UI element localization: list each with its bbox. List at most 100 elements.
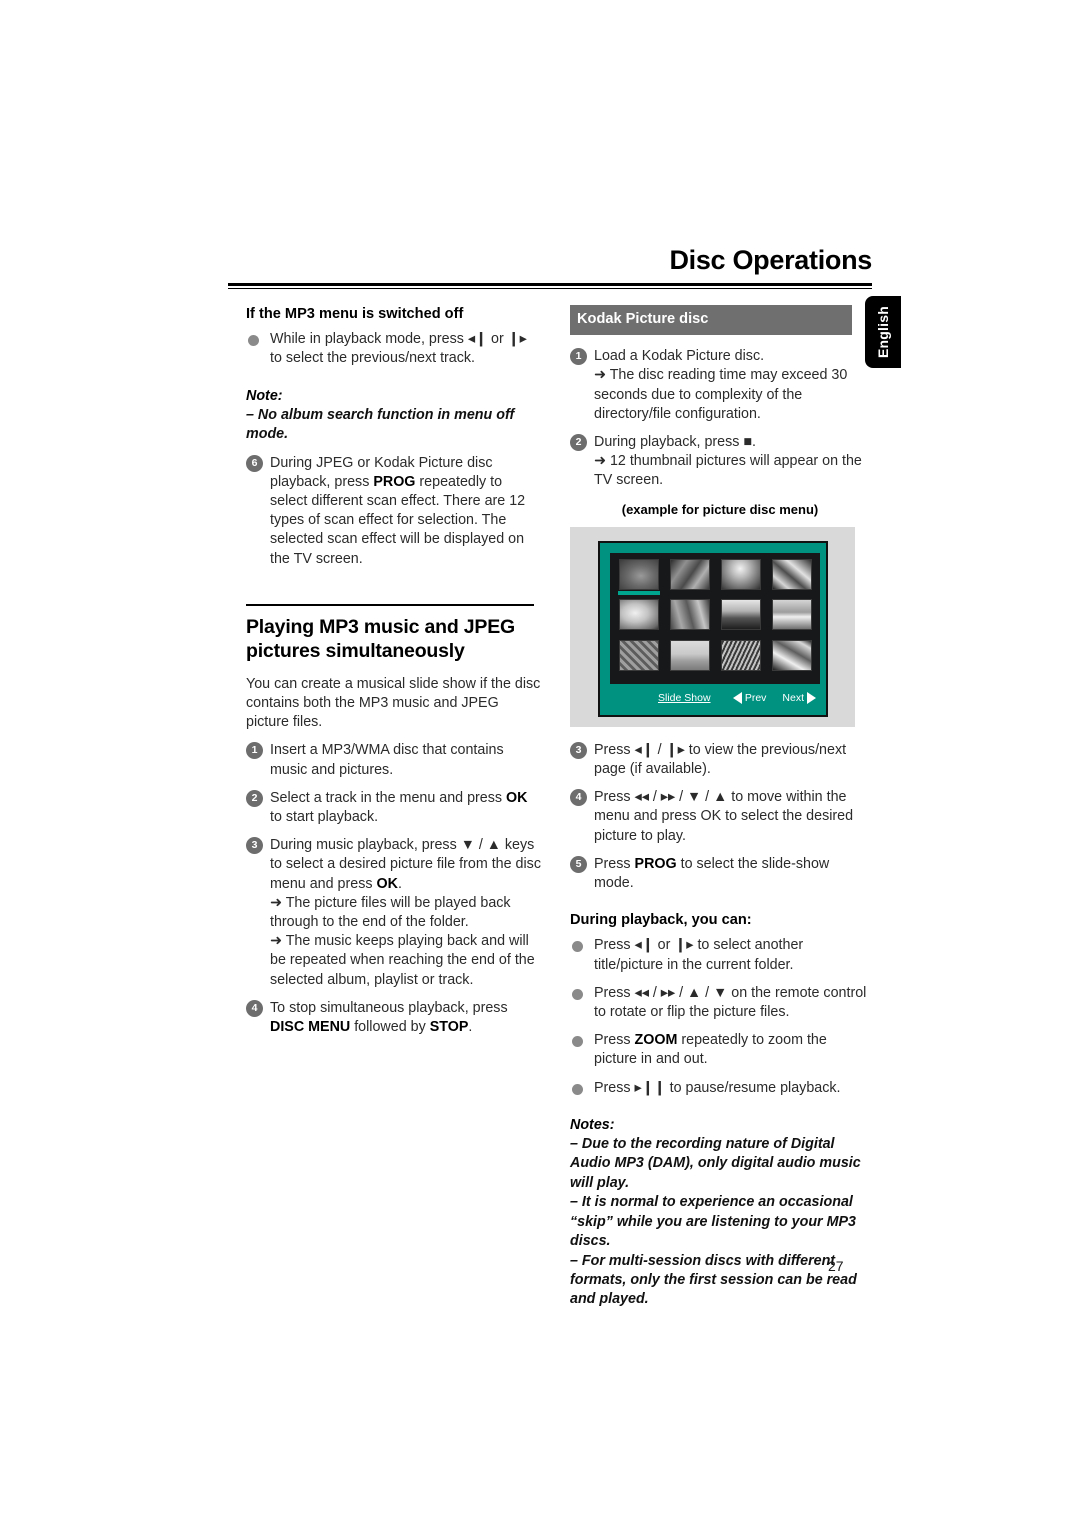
thumbnail-image xyxy=(669,558,710,590)
step-keyword: OK xyxy=(376,875,398,892)
step-text: Load a Kodak Picture disc. ➜ The disc re… xyxy=(594,348,847,422)
step-result-text: ➜ The music keeps playing back and will … xyxy=(270,933,535,988)
bullet-text: Press ◂◂ / ▸▸ / ▲ / ▼ on the remote cont… xyxy=(594,984,867,1021)
header-divider xyxy=(228,282,872,289)
picture-disc-menu-figure: Slide Show Prev Next xyxy=(570,526,855,727)
left-column: If the MP3 menu is switched off While in… xyxy=(246,305,541,1046)
list-item: 4 Press ◂◂ / ▸▸ / ▼ / ▲ to move within t… xyxy=(570,788,870,846)
prev-label[interactable]: Prev xyxy=(745,689,767,708)
list-item: Press ZOOM repeatedly to zoom the pictur… xyxy=(570,1031,870,1069)
thumbnail-cell[interactable] xyxy=(666,599,713,637)
thumbnail-image xyxy=(771,599,812,631)
bullet-keyword: ZOOM xyxy=(634,1032,678,1049)
step-text-part: press xyxy=(334,473,374,490)
step-number-icon: 5 xyxy=(570,855,587,873)
thumbnail-image xyxy=(720,558,761,590)
language-tab: English xyxy=(865,296,901,368)
list-item: Press ▸❙❙ to pause/resume playback. xyxy=(570,1079,870,1098)
thumbnail-cell[interactable] xyxy=(768,599,815,637)
step-number-icon: 6 xyxy=(246,454,263,472)
section-title: Playing MP3 music and JPEG pictures simu… xyxy=(246,615,515,662)
thumbnail-cell[interactable] xyxy=(615,640,662,678)
bullet-icon xyxy=(572,941,583,953)
page-header: Disc Operations xyxy=(228,245,872,289)
step-keyword: PROG xyxy=(634,855,677,872)
intro-text: You can create a musical slide show if t… xyxy=(246,675,541,731)
right-column: Kodak Picture disc 1 Load a Kodak Pictur… xyxy=(570,305,870,1310)
thumbnail-cell[interactable] xyxy=(768,640,815,678)
step-keyword: PROG xyxy=(373,473,416,490)
step-text: During music playback, press ▼ / ▲ keys … xyxy=(270,837,541,987)
thumbnail-cell[interactable] xyxy=(666,640,713,678)
list-item: 1 Load a Kodak Picture disc. ➜ The disc … xyxy=(570,347,870,424)
bullet-icon xyxy=(572,1083,583,1095)
step-text: To stop simultaneous playback, press DIS… xyxy=(270,1000,508,1035)
step-keyword: STOP xyxy=(429,1019,469,1036)
list-item: Press ◂❙ or ❙▸ to select another title/p… xyxy=(570,936,870,974)
step-text: Press ◂❙ / ❙▸ to view the previous/next … xyxy=(594,741,847,778)
thumbnail-cell[interactable] xyxy=(717,640,764,678)
thumbnail-grid xyxy=(610,552,820,684)
language-tab-label: English xyxy=(875,306,891,358)
heading-during-playback: During playback, you can: xyxy=(570,912,752,929)
step-number-icon: 1 xyxy=(570,348,587,366)
page-title: Disc Operations xyxy=(669,245,872,275)
list-item: 3 Press ◂❙ / ❙▸ to view the previous/nex… xyxy=(570,741,870,779)
step-text-part: During music playback, press ▼ / ▲ keys … xyxy=(270,837,541,892)
step-text-part: During playback, press ■. xyxy=(594,434,756,451)
slide-show-button[interactable]: Slide Show xyxy=(658,689,711,708)
step-text-part: . xyxy=(468,1019,473,1036)
step-text: Press PROG to select the slide-show mode… xyxy=(594,856,829,891)
section-divider xyxy=(246,603,534,606)
step-text: Insert a MP3/WMA disc that contains musi… xyxy=(270,742,504,778)
step-keyword: OK xyxy=(506,789,528,806)
manual-page: Disc Operations English If the MP3 menu … xyxy=(0,0,1080,1528)
tv-screen: Slide Show Prev Next xyxy=(598,540,828,717)
thumbnail-cell[interactable] xyxy=(717,558,764,597)
step-number-icon: 4 xyxy=(246,999,263,1017)
intro-paragraph: You can create a musical slide show if t… xyxy=(246,675,541,733)
list-item: Press ◂◂ / ▸▸ / ▲ / ▼ on the remote cont… xyxy=(570,984,870,1022)
thumbnail-image xyxy=(720,640,761,672)
step-text: During JPEG or Kodak Picture disc playba… xyxy=(270,455,525,567)
list-item: 1 Insert a MP3/WMA disc that contains mu… xyxy=(246,741,541,779)
heading-mp3-menu-off: If the MP3 menu is switched off xyxy=(246,306,464,322)
step-number-icon: 2 xyxy=(246,789,263,807)
step-result-text: ➜ The picture files will be played back … xyxy=(270,894,511,931)
step-number-icon: 3 xyxy=(246,837,263,855)
step-number-icon: 1 xyxy=(246,742,263,760)
step-number-icon: 3 xyxy=(570,741,587,759)
step-text-part: to start playback. xyxy=(270,809,379,826)
thumbnail-cell[interactable] xyxy=(768,558,815,597)
thumbnail-cell[interactable] xyxy=(615,599,662,637)
step-number-icon: 4 xyxy=(570,789,587,807)
next-arrow-icon[interactable] xyxy=(807,692,816,705)
note-text: – No album search function in menu off m… xyxy=(246,406,515,443)
thumbnail-cell[interactable] xyxy=(666,558,713,597)
step-text-part: Load a Kodak Picture disc. xyxy=(594,348,765,365)
list-item: 2 During playback, press ■. ➜ 12 thumbna… xyxy=(570,433,870,491)
step-result-text: ➜ The disc reading time may exceed 30 se… xyxy=(594,367,848,422)
thumbnail-image xyxy=(618,599,659,631)
thumbnail-image xyxy=(669,599,710,631)
thumbnail-image xyxy=(771,640,812,672)
thumbnail-image xyxy=(771,558,812,590)
thumbnail-image xyxy=(618,558,659,590)
list-item: 5 Press PROG to select the slide-show mo… xyxy=(570,855,870,893)
thumbnail-image xyxy=(720,599,761,631)
bullet-text-part: Press xyxy=(594,1032,635,1049)
prev-arrow-icon[interactable] xyxy=(732,692,742,705)
thumbnail-cell[interactable] xyxy=(717,599,764,637)
thumbnail-image xyxy=(618,640,659,672)
next-label[interactable]: Next xyxy=(782,689,804,708)
page-nav-controls: Prev Next xyxy=(732,689,816,708)
thumbnail-image xyxy=(669,640,710,672)
section-bar-kodak-picture-disc: Kodak Picture disc xyxy=(570,305,852,336)
list-item: 3 During music playback, press ▼ / ▲ key… xyxy=(246,836,541,990)
list-item: 2 Select a track in the menu and press O… xyxy=(246,789,541,827)
bullet-text: While in playback mode, press ◂❙ or ❙▸ t… xyxy=(270,331,527,367)
note-text: – It is normal to experience an occasion… xyxy=(570,1194,856,1250)
bullet-icon xyxy=(572,1036,583,1048)
thumbnail-cell[interactable] xyxy=(615,558,662,597)
